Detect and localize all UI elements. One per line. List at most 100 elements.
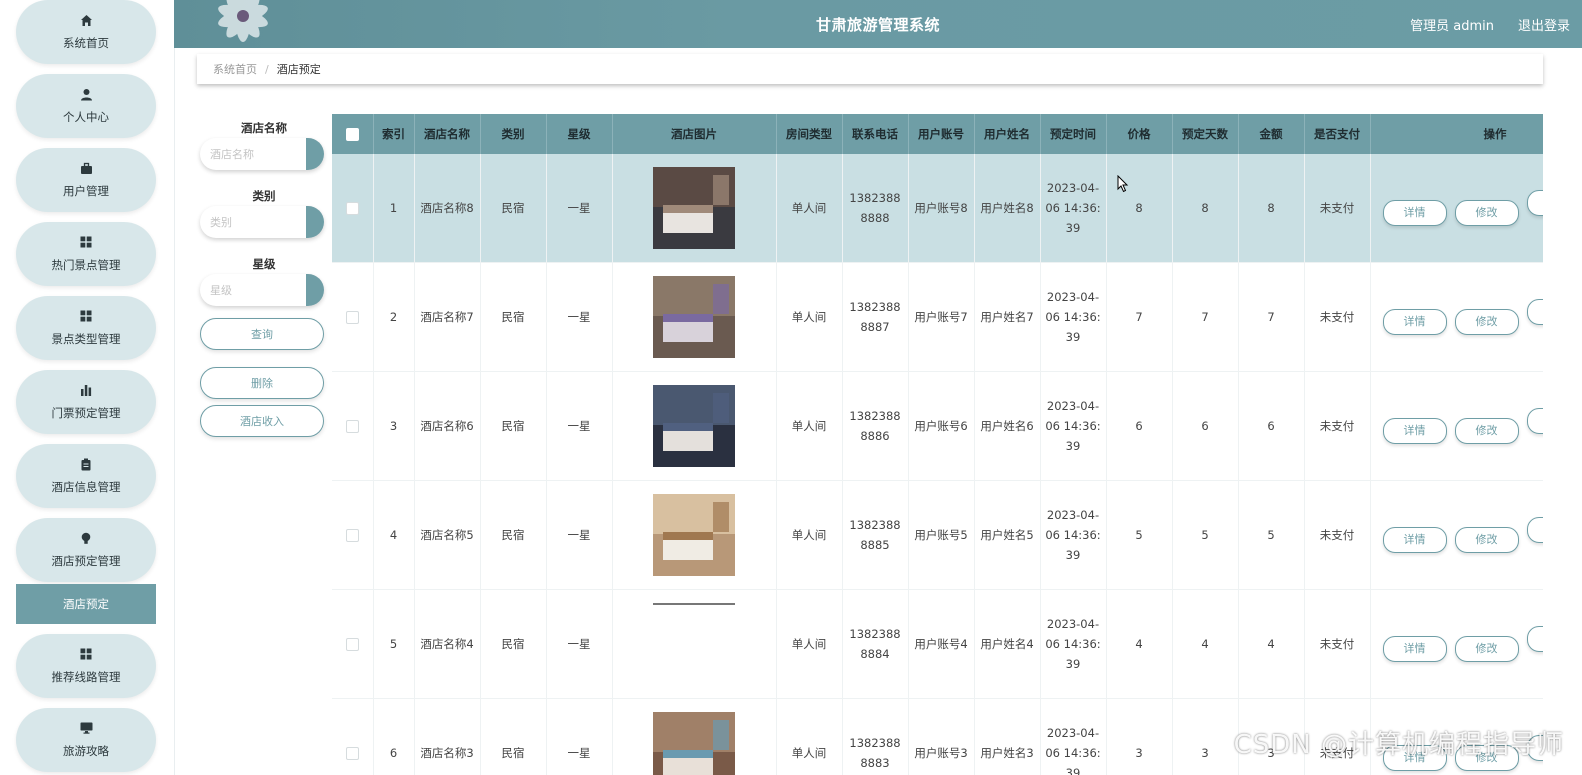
detail-button[interactable]: 详情	[1382, 418, 1447, 444]
row-checkbox[interactable]	[345, 747, 359, 760]
hotel-photo	[653, 167, 735, 249]
hotel-income-button[interactable]: 酒店收入	[200, 405, 324, 437]
room-type-cell: 单人间	[776, 589, 843, 699]
sidebar-item[interactable]: 用户管理	[16, 148, 156, 212]
table-header-row: 索引 酒店名称 类别 星级 酒店图片 房间类型 联系电话 用户账号 用户姓名 预定时间 价格 预定天数…	[332, 114, 1543, 154]
column-header: 星级	[546, 114, 613, 154]
delete-row-button[interactable]	[1526, 626, 1543, 652]
detail-button[interactable]: 详情	[1382, 527, 1447, 553]
sidebar-item[interactable]: 酒店信息管理	[16, 444, 156, 508]
briefcase-icon	[79, 161, 93, 175]
index-cell: 6	[373, 698, 415, 775]
star-input[interactable]	[200, 274, 312, 306]
admin-label: 管理员 admin	[1410, 19, 1494, 34]
account-cell: 用户账号3	[908, 698, 975, 775]
sidebar-item-label: 用户管理	[63, 184, 109, 198]
photo-cell	[612, 262, 777, 372]
bar-chart-icon	[79, 383, 93, 397]
table-row[interactable]: 2 酒店名称7 民宿 一星 单人间 13823888887 用户账号7 用户姓名7 2023-0…	[332, 262, 1543, 372]
sidebar-item[interactable]: 推荐线路管理	[16, 634, 156, 698]
star-cell: 一星	[546, 698, 613, 775]
table-row[interactable]: 5 酒店名称4 民宿 一星 单人间 13823888884 用户账号4 用户姓名4 2023-0…	[332, 589, 1543, 699]
delete-row-button[interactable]	[1526, 299, 1543, 325]
hotel-name-cell: 酒店名称6	[414, 371, 481, 481]
delete-button[interactable]: 删除	[200, 367, 324, 399]
booking-time-cell: 2023-04-06 14:36:39	[1040, 698, 1107, 775]
star-field-wrap	[200, 274, 324, 306]
edit-button[interactable]: 修改	[1454, 309, 1519, 335]
category-cell: 民宿	[480, 589, 547, 699]
filter-panel: 酒店名称 类别 星级 查询 删除 酒店收入	[200, 118, 328, 437]
row-checkbox[interactable]	[345, 311, 359, 324]
sidebar-item-label: 酒店信息管理	[51, 480, 121, 494]
breadcrumb-home-link[interactable]: 系统首页	[213, 61, 257, 77]
sidebar-item[interactable]: 景点类型管理	[16, 296, 156, 360]
edit-button[interactable]: 修改	[1454, 636, 1519, 662]
watermark: CSDN @计算机编程指导师	[1233, 730, 1564, 760]
detail-button[interactable]: 详情	[1382, 309, 1447, 335]
edit-button[interactable]: 修改	[1454, 418, 1519, 444]
paid-status-cell: 未支付	[1304, 371, 1371, 481]
hotel-name-cell: 酒店名称3	[414, 698, 481, 775]
paid-status-cell: 未支付	[1304, 589, 1371, 699]
category-cell: 民宿	[480, 480, 547, 590]
row-checkbox[interactable]	[345, 529, 359, 542]
booking-time-cell: 2023-04-06 14:36:39	[1040, 262, 1107, 372]
sidebar-item[interactable]: 系统首页	[16, 0, 156, 64]
sidebar-item[interactable]: 门票预定管理	[16, 370, 156, 434]
row-checkbox[interactable]	[345, 638, 359, 651]
photo-cell	[612, 480, 777, 590]
sidebar-item-label: 热门景点管理	[51, 258, 121, 272]
input-cap	[306, 206, 324, 238]
logout-link[interactable]: 退出登录	[1518, 15, 1570, 34]
detail-button[interactable]: 详情	[1382, 200, 1447, 226]
index-cell: 2	[373, 262, 415, 372]
query-button[interactable]: 查询	[200, 318, 324, 350]
phone-cell: 13823888885	[842, 480, 909, 590]
room-type-cell: 单人间	[776, 480, 843, 590]
row-checkbox[interactable]	[345, 202, 359, 215]
price-cell: 5	[1106, 480, 1173, 590]
column-header: 预定天数	[1172, 114, 1239, 154]
booking-time-cell: 2023-04-06 14:36:39	[1040, 154, 1107, 263]
row-checkbox[interactable]	[345, 420, 359, 433]
username-cell: 用户姓名7	[974, 262, 1041, 372]
edit-button[interactable]: 修改	[1454, 527, 1519, 553]
paid-status-cell: 未支付	[1304, 154, 1371, 263]
delete-row-button[interactable]	[1526, 190, 1543, 216]
room-type-cell: 单人间	[776, 262, 843, 372]
sidebar-item[interactable]: 旅游攻略	[16, 708, 156, 772]
index-cell: 3	[373, 371, 415, 481]
index-cell: 4	[373, 480, 415, 590]
select-all-checkbox[interactable]	[345, 128, 359, 141]
sidebar-item[interactable]: 个人中心	[16, 74, 156, 138]
table-row[interactable]: 4 酒店名称5 民宿 一星 单人间 13823888885 用户账号5 用户姓名5 2023-0…	[332, 480, 1543, 590]
category-cell: 民宿	[480, 262, 547, 372]
days-cell: 5	[1172, 480, 1239, 590]
row-select-cell	[332, 480, 374, 590]
category-field-wrap	[200, 206, 324, 238]
mouse-cursor-icon	[1117, 175, 1129, 193]
sidebar-item[interactable]: 酒店预定管理	[16, 518, 156, 582]
delete-row-button[interactable]	[1526, 408, 1543, 434]
column-header: 酒店名称	[414, 114, 481, 154]
table-row[interactable]: 1 酒店名称8 民宿 一星 单人间 13823888888 用户账号8 用户姓名8 2023-0…	[332, 154, 1543, 263]
hotel-name-cell: 酒店名称8	[414, 154, 481, 263]
star-cell: 一星	[546, 589, 613, 699]
delete-row-button[interactable]	[1526, 517, 1543, 543]
edit-button[interactable]: 修改	[1454, 200, 1519, 226]
days-cell: 4	[1172, 589, 1239, 699]
table-row[interactable]: 3 酒店名称6 民宿 一星 单人间 13823888886 用户账号6 用户姓名6 2023-0…	[332, 371, 1543, 481]
booking-time-cell: 2023-04-06 14:36:39	[1040, 371, 1107, 481]
actions-cell: 详情 修改	[1370, 589, 1543, 699]
detail-button[interactable]: 详情	[1382, 636, 1447, 662]
username-cell: 用户姓名8	[974, 154, 1041, 263]
sidebar-item-label: 景点类型管理	[51, 332, 121, 346]
sidebar-subitem-hotel-booking[interactable]: 酒店预定	[16, 584, 156, 624]
grid-icon	[79, 235, 93, 249]
sidebar-item-label: 系统首页	[63, 36, 109, 50]
sidebar-item[interactable]: 热门景点管理	[16, 222, 156, 286]
category-input[interactable]	[200, 206, 312, 238]
hotel-name-input[interactable]	[200, 138, 312, 170]
booking-time-cell: 2023-04-06 14:36:39	[1040, 480, 1107, 590]
